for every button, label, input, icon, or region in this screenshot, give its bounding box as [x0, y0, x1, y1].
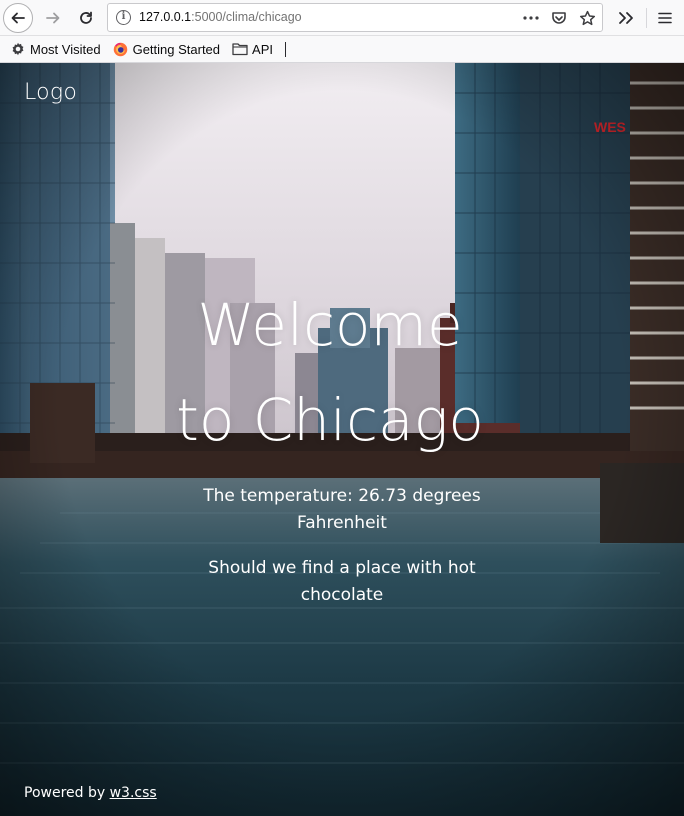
title-line-2: to Chicago — [176, 386, 484, 454]
more-actions-icon[interactable] — [522, 9, 540, 27]
url-text[interactable]: 127.0.0.1:5000/clima/chicago — [139, 10, 302, 24]
bookmark-getting-started[interactable]: Getting Started — [113, 41, 220, 57]
firefox-icon — [113, 41, 129, 57]
footer: Powered by w3.css — [24, 785, 157, 801]
reload-icon — [80, 11, 92, 24]
logo[interactable]: Logo — [24, 80, 77, 105]
pocket-icon[interactable] — [550, 9, 568, 27]
reload-button[interactable] — [71, 3, 101, 33]
browser-window: i 127.0.0.1:5000/clima/chicago Most Visi… — [0, 0, 684, 816]
bookmark-label: Getting Started — [132, 41, 221, 57]
bookmark-most-visited[interactable]: Most Visited — [10, 41, 101, 57]
arrow-left-icon — [11, 12, 25, 24]
bookmarks-toolbar: Most Visited Getting Started API — [0, 36, 684, 63]
bookmark-label: Most Visited — [30, 41, 101, 57]
suggestion-text: Should we find a place with hot chocolat… — [208, 558, 476, 605]
w3css-link[interactable]: w3.css — [110, 785, 157, 801]
gear-icon — [10, 41, 26, 57]
temperature-text: The temperature: 26.73 degrees Fahrenhei… — [203, 486, 481, 533]
title-line-1: Welcome — [197, 291, 463, 359]
url-host: 127.0.0.1 — [139, 10, 192, 24]
browser-toolbar: i 127.0.0.1:5000/clima/chicago — [0, 0, 684, 36]
info-icon[interactable]: i — [116, 10, 131, 25]
url-bar[interactable]: i 127.0.0.1:5000/clima/chicago — [107, 3, 603, 32]
web-page: WES Logo Welcome to Chicago The — [0, 63, 684, 816]
bookmarks-separator — [285, 41, 286, 57]
toolbar-divider — [646, 8, 647, 28]
page-title: Welcome to Chicago — [0, 278, 660, 468]
bookmark-label: API — [252, 41, 273, 57]
hamburger-icon — [658, 12, 672, 24]
bookmark-star-icon[interactable] — [578, 9, 596, 27]
url-path: :5000/clima/chicago — [191, 10, 302, 24]
double-chevron-right-icon — [619, 12, 633, 24]
toolbar-overflow-button[interactable] — [613, 3, 639, 33]
footer-prefix: Powered by — [24, 785, 110, 801]
arrow-right-icon — [46, 12, 60, 24]
page-actions — [522, 8, 596, 28]
folder-icon — [232, 41, 248, 57]
menu-button[interactable] — [652, 3, 678, 33]
forward-button[interactable] — [38, 3, 68, 33]
bookmark-api-folder[interactable]: API — [232, 41, 273, 57]
back-button[interactable] — [3, 3, 33, 33]
